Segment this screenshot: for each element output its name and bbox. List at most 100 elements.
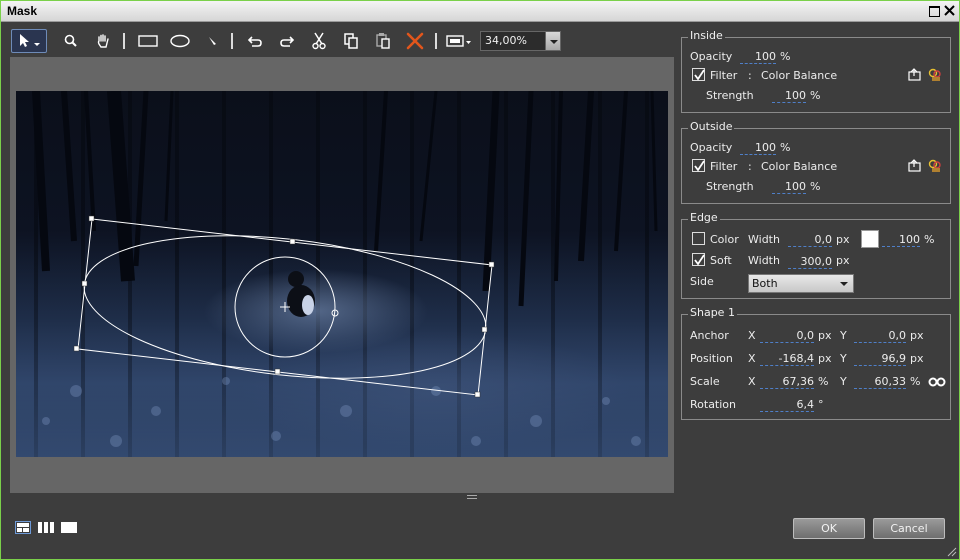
resize-handle[interactable] [474,391,481,398]
check-icon [694,254,705,266]
cut-button[interactable] [307,29,331,53]
mask-shape-overlay[interactable] [16,91,668,457]
inside-strength-unit: % [810,89,821,102]
window-title: Mask [7,4,38,18]
anchor-crosshair [280,302,290,312]
position-y-unit: px [910,352,924,365]
resize-grip-icon[interactable] [945,545,957,557]
outside-strength-input[interactable]: 100 [772,180,806,194]
link-scale-icon[interactable] [928,375,946,389]
select-icon [20,34,40,47]
inside-filter-colon: : [748,69,752,82]
inside-filter-checkbox[interactable] [692,68,705,81]
delete-button[interactable] [403,29,427,53]
position-x-input[interactable]: -168,4 [760,352,814,366]
edge-color-swatch[interactable] [861,230,879,248]
hand-tool-button[interactable] [91,29,115,53]
outside-filter-label: Filter [710,160,738,173]
inside-opacity-unit: % [780,50,791,63]
outside-filter-colon: : [748,160,752,173]
close-icon[interactable] [943,4,956,17]
filter-browse-icon[interactable] [928,159,942,173]
undo-button[interactable] [243,29,267,53]
edge-color-label: Color [710,233,739,246]
anchor-x-input[interactable]: 0,0 [760,329,814,343]
outside-opacity-label: Opacity [690,141,733,154]
anchor-x-unit: px [818,329,832,342]
position-x-label: X [748,352,756,365]
filter-settings-icon[interactable] [908,159,922,173]
outside-title: Outside [688,120,735,133]
edge-side-label: Side [690,275,714,288]
edge-soft-width-label: Width [748,254,780,267]
paste-button[interactable] [371,29,395,53]
scale-label: Scale [690,375,720,388]
redo-icon [280,36,295,47]
outside-filter-checkbox[interactable] [692,159,705,172]
zoom-tool-button[interactable] [59,29,83,53]
filter-browse-icon[interactable] [928,68,942,82]
resize-handle[interactable] [488,261,495,268]
ellipse-icon [170,34,190,48]
ok-button[interactable]: OK [793,518,865,539]
edge-color-opacity-input[interactable]: 100 [882,233,920,247]
check-icon [694,160,705,172]
edge-title: Edge [688,211,720,224]
inside-title: Inside [688,29,725,42]
position-y-input[interactable]: 96,9 [854,352,906,366]
zoom-icon [64,34,77,47]
edge-soft-width-input[interactable]: 300,0 [788,255,832,269]
copy-button[interactable] [339,29,363,53]
filter-settings-icon[interactable] [908,68,922,82]
outside-opacity-unit: % [780,141,791,154]
outside-opacity-input[interactable]: 100 [740,141,776,155]
cancel-button[interactable]: Cancel [873,518,945,539]
rotation-input[interactable]: 6,4 [760,398,814,412]
redo-button[interactable] [275,29,299,53]
layout-split-icon[interactable] [15,521,31,534]
edge-soft-checkbox[interactable] [692,253,705,266]
edge-color-checkbox[interactable] [692,232,705,245]
scale-y-label: Y [840,375,847,388]
scale-x-input[interactable]: 67,36 [760,375,814,389]
maximize-icon[interactable] [927,4,940,17]
pen-icon [209,37,216,45]
fit-view-button[interactable] [443,29,475,53]
anchor-label: Anchor [690,329,729,342]
preview-canvas[interactable] [10,57,674,493]
inside-strength-input[interactable]: 100 [772,89,806,103]
zoom-level-input[interactable]: 34,00% [480,31,546,51]
outside-strength-unit: % [810,180,821,193]
resize-handle[interactable] [274,368,281,375]
inside-opacity-label: Opacity [690,50,733,63]
edge-color-width-input[interactable]: 0,0 [788,233,832,247]
anchor-y-input[interactable]: 0,0 [854,329,906,343]
hand-icon [97,34,109,48]
pen-tool-button[interactable] [201,29,225,53]
zoom-dropdown-button[interactable] [545,31,561,51]
splitter-handle[interactable] [467,495,477,499]
anchor-y-label: Y [840,329,847,342]
undo-icon [247,36,262,47]
scale-y-input[interactable]: 60,33 [854,375,906,389]
resize-handle[interactable] [289,238,296,245]
inside-opacity-input[interactable]: 100 [740,50,776,64]
select-tool-button[interactable] [11,29,47,53]
layout-single-icon[interactable] [61,521,77,534]
edge-color-width-unit: px [836,233,850,246]
scale-x-unit: % [818,375,829,388]
rectangle-tool-button[interactable] [135,29,161,53]
edge-soft-width-unit: px [836,254,850,267]
mask-dialog: Mask 34,00% Inside Opacity 100 % Filter … [0,0,960,560]
edge-side-select[interactable]: Both [748,274,854,293]
layout-columns-icon[interactable] [38,521,54,534]
resize-handle[interactable] [73,345,80,352]
shape-title: Shape 1 [688,306,737,319]
outside-filter-name: Color Balance [761,160,838,173]
resize-handle[interactable] [481,326,488,333]
resize-handle[interactable] [81,280,88,287]
resize-handle[interactable] [88,215,95,222]
inside-strength-label: Strength [706,89,754,102]
cut-icon [312,32,326,50]
ellipse-tool-button[interactable] [167,29,193,53]
